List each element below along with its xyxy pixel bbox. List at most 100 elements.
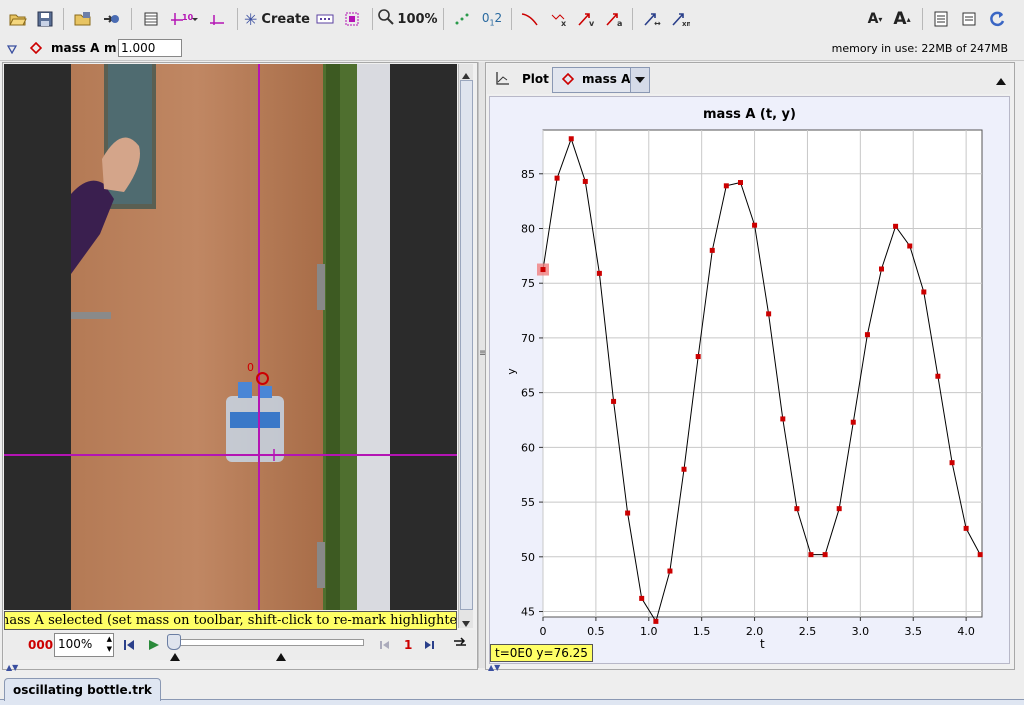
y-tick-label: 80 xyxy=(521,222,535,235)
step-back-icon[interactable] xyxy=(380,639,390,653)
data-point xyxy=(723,183,729,189)
start-marker-icon[interactable] xyxy=(170,650,180,664)
labels-icon[interactable]: 012 xyxy=(479,7,505,31)
x-tick-label: 2.5 xyxy=(799,625,817,638)
position-icon[interactable]: x xyxy=(546,7,570,31)
data-point xyxy=(879,266,885,272)
trace-path-icon[interactable] xyxy=(518,7,542,31)
import-icon[interactable] xyxy=(100,7,122,31)
file-tab[interactable]: oscillating bottle.trk xyxy=(4,678,161,701)
play-icon[interactable] xyxy=(149,639,159,653)
slider-thumb[interactable] xyxy=(167,634,181,650)
data-point xyxy=(864,332,870,338)
font-larger-button[interactable]: A ▴ xyxy=(890,7,914,31)
plot-axes-icon xyxy=(495,72,509,89)
svg-text:v: v xyxy=(589,19,595,27)
rewind-icon[interactable] xyxy=(124,639,134,653)
acceleration-icon[interactable]: a xyxy=(602,7,626,31)
step-size[interactable]: 1 xyxy=(404,638,412,652)
end-marker-icon[interactable] xyxy=(276,650,286,664)
track-bar: mass A m memory in use: 22MB of 247MB xyxy=(0,38,1024,61)
main-toolbar: 10 ✳Create 100% 012 x v a ↔ xm A▾ A▴ xyxy=(0,0,1024,39)
y-tick-label: 50 xyxy=(521,551,535,564)
data-point xyxy=(780,416,786,422)
data-point xyxy=(540,267,546,273)
spinner-down-icon[interactable]: ▼ xyxy=(107,645,112,654)
data-point xyxy=(977,552,983,558)
plot-background xyxy=(542,129,983,618)
scroll-down-icon[interactable] xyxy=(462,616,470,630)
save-icon[interactable] xyxy=(34,7,56,31)
notes-icon[interactable] xyxy=(930,7,952,31)
mass-label: m xyxy=(104,41,117,55)
asterisk-icon: ✳ xyxy=(244,9,258,29)
video-panel-collapse-icon[interactable]: ▲▼ xyxy=(6,663,18,672)
chart-svg[interactable]: 0 0.5 1.0 1.5 2.0 2.5 3.0 3.5 4.0455055606570758… xyxy=(490,97,1009,663)
data-point xyxy=(568,136,574,142)
vector-sum-icon[interactable]: ↔ xyxy=(640,7,664,31)
data-point xyxy=(554,175,560,181)
refresh-icon[interactable] xyxy=(986,7,1008,31)
coordinate-axes-overlay[interactable] xyxy=(4,64,457,610)
loop-icon[interactable] xyxy=(453,637,467,652)
track-name[interactable]: mass A xyxy=(51,41,99,55)
open-file-icon[interactable] xyxy=(7,7,29,31)
calibration-tool-icon[interactable] xyxy=(206,7,228,31)
data-point xyxy=(836,506,842,512)
player-bar: 000 100% ▲ ▼ 1 xyxy=(4,630,476,661)
video-slider[interactable] xyxy=(174,639,364,646)
video-vertical-scrollbar[interactable] xyxy=(458,64,473,628)
velocity-icon[interactable]: v xyxy=(574,7,598,31)
spinner-up-icon[interactable]: ▲ xyxy=(107,635,112,644)
path-trail-icon[interactable] xyxy=(451,7,473,31)
track-point-marker[interactable] xyxy=(256,372,269,385)
memory-status[interactable]: memory in use: 22MB of 247MB xyxy=(832,42,1008,55)
clip-settings-icon[interactable] xyxy=(140,7,162,31)
scroll-thumb[interactable] xyxy=(460,80,473,610)
mass-field[interactable] xyxy=(118,39,182,57)
data-point xyxy=(766,311,772,317)
x-tick-label: 3.5 xyxy=(904,625,922,638)
svg-text:a: a xyxy=(617,19,622,27)
x-tick-label: 0 xyxy=(540,625,547,638)
svg-text:xm: xm xyxy=(682,20,690,27)
y-tick-label: 45 xyxy=(521,606,535,619)
data-point xyxy=(653,618,659,624)
data-point xyxy=(625,510,631,516)
data-point xyxy=(907,243,913,249)
y-tick-label: 70 xyxy=(521,332,535,345)
font-smaller-button[interactable]: A ▾ xyxy=(864,7,886,31)
plot-header: Plot mass A xyxy=(487,64,1010,94)
data-point xyxy=(667,568,673,574)
data-point xyxy=(737,180,743,186)
x-tick-label: 1.5 xyxy=(693,625,711,638)
track-menu-triangle-icon[interactable] xyxy=(6,43,18,57)
y-tick-label: 60 xyxy=(521,441,535,454)
x-tick-label: 1.0 xyxy=(640,625,658,638)
plot-collapse-icon[interactable] xyxy=(996,74,1006,88)
zoom-button[interactable]: 100% xyxy=(378,7,438,31)
create-track-button[interactable]: ✳ Create xyxy=(244,7,310,31)
description-icon[interactable] xyxy=(958,7,980,31)
step-forward-icon[interactable] xyxy=(424,639,434,653)
data-point xyxy=(949,460,955,466)
video-frame[interactable]: 0 xyxy=(4,64,457,610)
coordinate-axes-icon[interactable]: 10 xyxy=(167,7,201,31)
frame-counter[interactable]: 000 xyxy=(28,638,53,652)
data-point xyxy=(822,552,828,558)
plot-panel-collapse-icon[interactable]: ▲▼ xyxy=(488,663,500,672)
autotracker-icon[interactable] xyxy=(341,7,363,31)
svg-text:10: 10 xyxy=(182,13,194,22)
center-of-mass-icon[interactable]: xm xyxy=(668,7,692,31)
chevron-down-icon[interactable] xyxy=(630,68,649,92)
open-video-icon[interactable] xyxy=(72,7,94,31)
plot-track-dropdown[interactable]: mass A xyxy=(552,67,650,93)
track-control-icon[interactable] xyxy=(314,7,336,31)
data-point xyxy=(709,247,715,253)
plot-area[interactable]: mass A (t, y) 0 0.5 1.0 1.5 2.0 2.5 3.0 3.5 4.0 4… xyxy=(489,96,1010,664)
zoom-spinner[interactable]: 100% ▲ ▼ xyxy=(54,633,114,657)
y-tick-label: 85 xyxy=(521,168,535,181)
data-point xyxy=(695,354,701,360)
track-diamond-icon xyxy=(29,41,43,57)
video-status-message: mass A selected (set mass on toolbar, sh… xyxy=(4,611,457,630)
